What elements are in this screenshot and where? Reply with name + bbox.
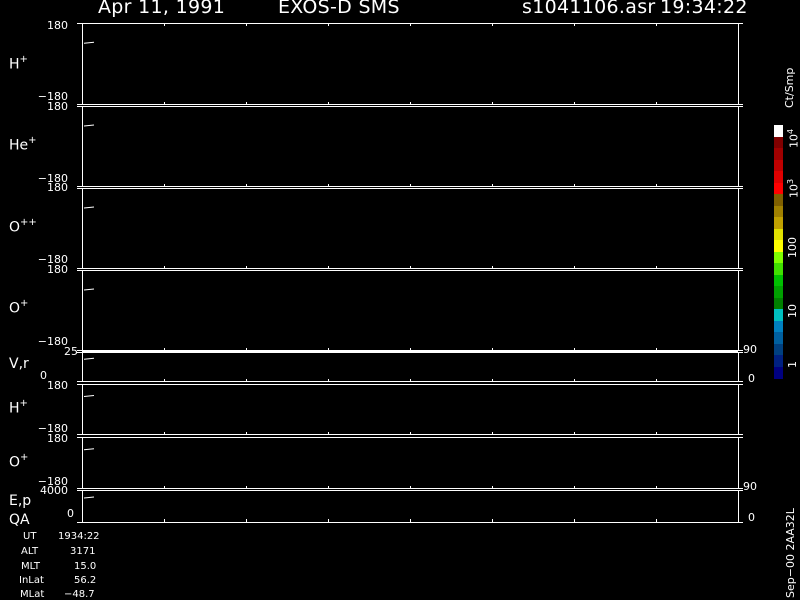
info-mlt-key: MLT xyxy=(21,561,40,572)
info-inlat-key: InLat xyxy=(19,575,44,586)
ytick-top-p4: 25 xyxy=(64,345,78,358)
ytick-top-p6: 180 xyxy=(47,432,68,445)
ytick-top-p1: 180 xyxy=(47,100,68,113)
panel-label-o-plusplus: O++ xyxy=(9,217,37,236)
info-mlat-key: MLat xyxy=(20,589,45,600)
colorbar-swatch xyxy=(774,286,783,298)
footer-stamp: Sep−00 2AA32L xyxy=(784,508,797,598)
panel-label-o-plus-1: O+ xyxy=(9,298,29,317)
rtick-top-p7: 90 xyxy=(743,480,757,493)
data-trace xyxy=(83,124,95,127)
colorbar-swatch xyxy=(774,251,783,264)
colorbar-swatch xyxy=(774,182,783,195)
data-trace xyxy=(83,395,95,397)
ytick-top-p5: 180 xyxy=(47,379,68,392)
rtick-top-p4: 90 xyxy=(743,343,757,356)
colorbar-swatch xyxy=(774,136,783,149)
colorbar xyxy=(774,125,783,379)
data-trace xyxy=(83,448,95,451)
colorbar-swatch xyxy=(774,297,783,310)
colorbar-swatch xyxy=(774,194,783,206)
colorbar-swatch xyxy=(774,228,783,241)
colorbar-swatch xyxy=(774,320,783,333)
colorbar-swatch xyxy=(774,263,783,275)
data-trace xyxy=(83,41,95,44)
colorbar-swatch xyxy=(774,366,783,379)
data-trace xyxy=(83,288,95,291)
colorbar-swatch xyxy=(774,171,783,183)
ytick-bottom-p7: 0 xyxy=(67,507,74,520)
colorbar-swatch xyxy=(774,274,783,287)
panel-label-ep: E,p xyxy=(9,493,32,509)
ytick-top-p2: 180 xyxy=(47,181,68,194)
colorbar-label-10: 10 xyxy=(786,304,799,318)
info-ut-key: UT xyxy=(23,531,37,542)
colorbar-label-1e3: 103 xyxy=(786,178,800,198)
colorbar-swatch xyxy=(774,355,783,367)
info-ut-value: 1934:22 xyxy=(58,531,100,542)
panel-label-qa: QA xyxy=(9,512,30,528)
colorbar-swatch xyxy=(774,205,783,218)
panel-label-he-plus: He+ xyxy=(9,135,37,154)
ytick-top-p0: 180 xyxy=(47,19,68,32)
data-trace xyxy=(83,496,95,499)
info-mlt-value: 15.0 xyxy=(74,561,97,572)
info-inlat-value: 56.2 xyxy=(74,575,97,586)
rtick-bottom-p7: 0 xyxy=(748,511,755,524)
info-mlat-value: −48.7 xyxy=(64,589,95,600)
colorbar-swatch xyxy=(774,125,783,137)
colorbar-swatch xyxy=(774,309,783,321)
colorbar-label-100: 100 xyxy=(786,237,799,258)
data-trace xyxy=(83,357,95,360)
colorbar-label-1: 1 xyxy=(786,361,799,368)
colorbar-swatch xyxy=(774,343,783,356)
panel-label-h-plus-1: H+ xyxy=(9,54,28,73)
colorbar-swatch xyxy=(774,217,783,229)
info-alt-key: ALT xyxy=(21,546,39,557)
info-alt-value: 3171 xyxy=(70,546,96,557)
colorbar-label-1e4: 104 xyxy=(786,128,800,148)
panel-label-o-plus-2: O+ xyxy=(9,452,29,471)
colorbar-swatch xyxy=(774,332,783,344)
panel-label-vr: V,r xyxy=(9,356,29,372)
plot-frame xyxy=(77,23,743,523)
panel-label-h-plus-2: H+ xyxy=(9,398,28,417)
rtick-bottom-p4: 0 xyxy=(748,372,755,385)
colorbar-swatch xyxy=(774,148,783,160)
data-trace xyxy=(83,206,95,209)
colorbar-swatch xyxy=(774,240,783,252)
colorbar-swatch xyxy=(774,159,783,172)
ytick-top-p3: 180 xyxy=(47,263,68,276)
colorbar-unit: Ct/Smp xyxy=(783,67,796,108)
ytick-top-p7: 4000 xyxy=(40,484,68,497)
